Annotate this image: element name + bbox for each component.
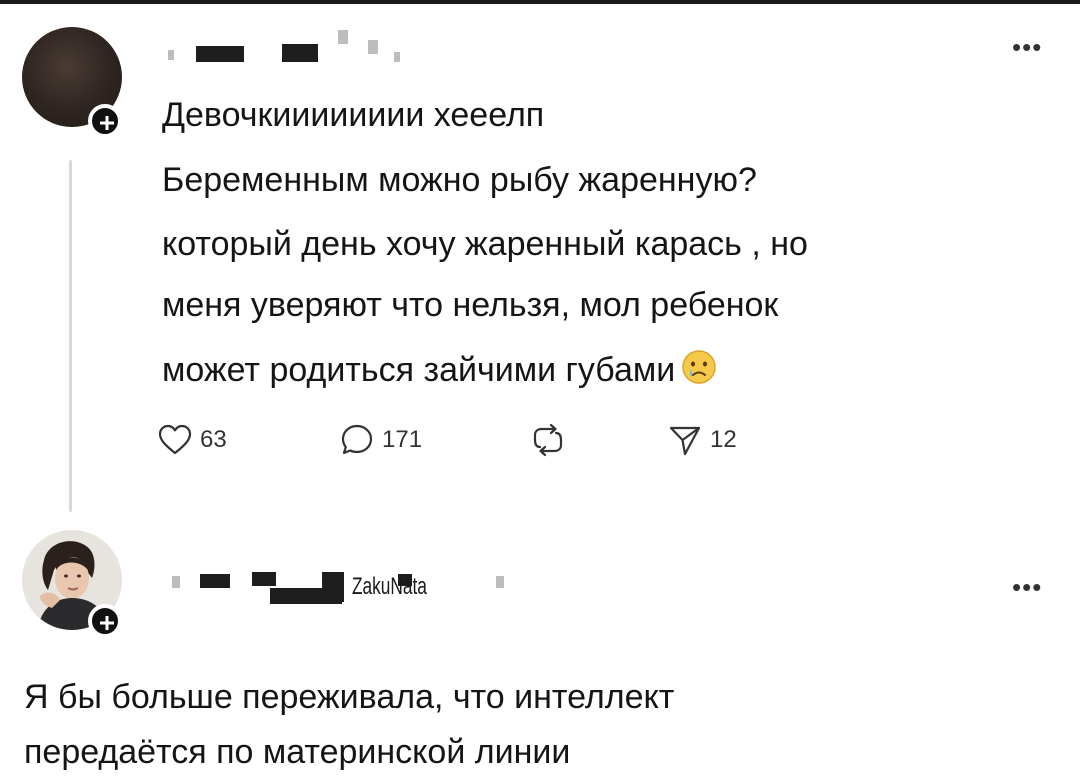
reply-text-line-2: передаётся по материнской линии	[24, 733, 571, 771]
follow-button[interactable]	[88, 104, 122, 138]
thread-line	[69, 160, 72, 512]
plus-icon	[100, 116, 114, 130]
post-text-line-5-text: может родиться зайчими губами	[162, 351, 676, 389]
reply-username[interactable]: ZakuNata	[352, 573, 427, 601]
comment-count: 171	[382, 426, 423, 453]
like-button[interactable]: 63	[158, 420, 227, 460]
post-text-line-3: который день хочу жаренный карась , но	[162, 225, 808, 263]
like-count: 63	[200, 426, 227, 453]
repost-button[interactable]	[530, 420, 574, 460]
repost-icon	[533, 423, 563, 457]
post-text-line-2: Беременным можно рыбу жаренную?	[162, 161, 757, 199]
post-text-line-1: Девочкииииииии хееелп	[162, 96, 545, 134]
comment-button[interactable]: 171	[340, 420, 422, 460]
crying-face-emoji	[681, 349, 717, 392]
reply-more-dots-icon[interactable]: •••	[1012, 574, 1042, 600]
heart-icon	[158, 424, 192, 455]
more-dots-icon[interactable]: •••	[1012, 34, 1042, 60]
send-icon	[669, 426, 701, 456]
plus-icon	[100, 616, 114, 630]
post-text-line-4: меня уверяют что нельзя, мол ребенок	[162, 286, 779, 324]
share-button[interactable]: 12	[668, 420, 737, 460]
comment-icon	[341, 424, 373, 455]
post-text-line-5: может родиться зайчими губами	[162, 349, 717, 392]
reply-follow-button[interactable]	[88, 604, 122, 638]
reply-text-line-1: Я бы больше переживала, что интеллект	[24, 678, 675, 716]
share-count: 12	[710, 426, 737, 453]
top-edge-bar	[0, 0, 1080, 4]
